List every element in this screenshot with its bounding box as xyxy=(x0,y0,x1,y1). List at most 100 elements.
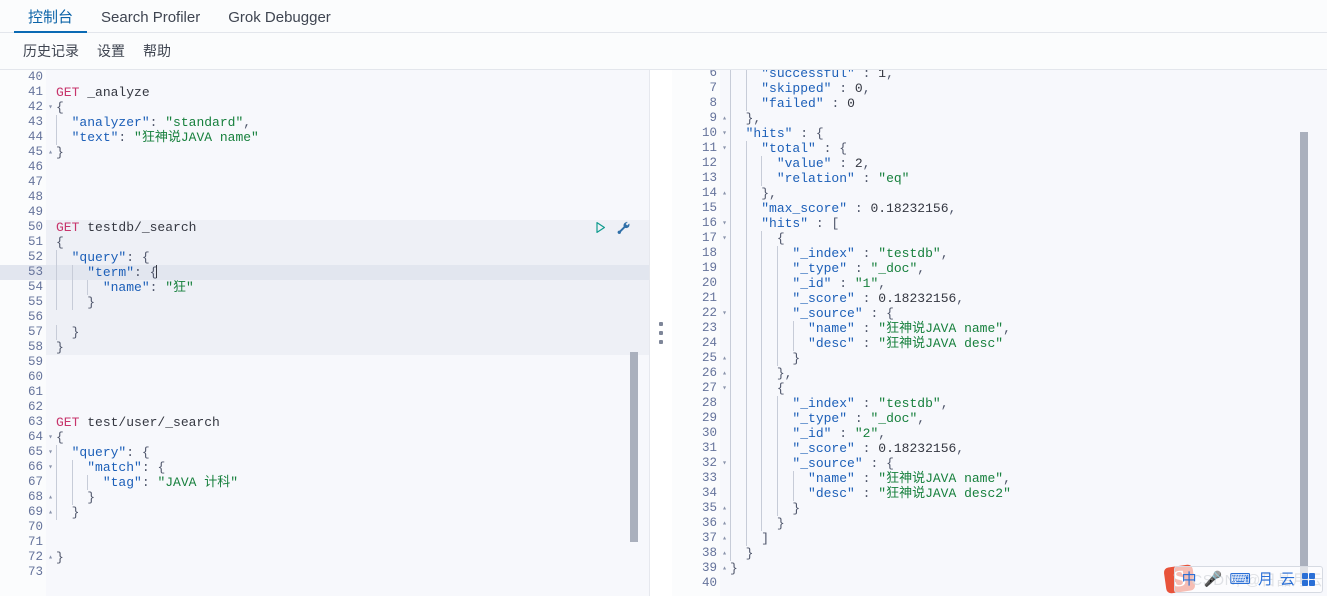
tab-console[interactable]: 控制台 xyxy=(14,9,88,33)
code-line[interactable] xyxy=(46,160,649,175)
ime-chinese-icon[interactable]: 中 xyxy=(1182,572,1197,587)
response-code[interactable]: "successful" : 1, "skipped" : 0, "failed… xyxy=(720,70,1327,596)
code-line[interactable]: "_score" : 0.18232156, xyxy=(720,291,1327,306)
code-line[interactable]: "analyzer": "standard", xyxy=(46,115,649,130)
code-line[interactable]: { xyxy=(720,381,1327,396)
code-line[interactable]: "hits" : { xyxy=(720,126,1327,141)
request-scrollbar[interactable] xyxy=(629,70,638,596)
line-number: 21 xyxy=(701,291,717,305)
ime-moon-icon[interactable]: 月 xyxy=(1258,572,1273,587)
code-line[interactable]: } xyxy=(46,490,649,505)
code-line[interactable] xyxy=(46,565,649,580)
code-line[interactable] xyxy=(46,175,649,190)
request-code[interactable]: GET _analyze{ "analyzer": "standard", "t… xyxy=(46,70,649,596)
code-line[interactable]: "_type" : "_doc", xyxy=(720,411,1327,426)
pane-divider[interactable] xyxy=(650,70,672,596)
code-line[interactable] xyxy=(46,385,649,400)
tab-console-label: 控制台 xyxy=(28,9,74,26)
line-number: 61 xyxy=(27,385,43,399)
code-line[interactable]: "desc" : "狂神说JAVA desc" xyxy=(720,336,1327,351)
code-line[interactable]: "tag": "JAVA 计科" xyxy=(46,475,649,490)
menu-item-settings[interactable]: 设置 xyxy=(88,41,134,61)
response-pane[interactable]: 6 7 8 9 ▴ 10 ▾ 11 ▾ 12 13 14 ▴ 15 16 ▾ 17 ▾ 18 19 20 21 22 ▾ 23 2… xyxy=(672,70,1327,596)
code-line[interactable] xyxy=(46,355,649,370)
code-line[interactable] xyxy=(46,400,649,415)
line-number: 50 xyxy=(27,220,43,234)
code-line[interactable]: "relation" : "eq" xyxy=(720,171,1327,186)
code-line[interactable]: "query": { xyxy=(46,250,649,265)
code-line[interactable]: { xyxy=(46,100,649,115)
request-editor-pane[interactable]: 404142▾434445▴464748495051▾52▾53▾5455▴56… xyxy=(0,70,650,596)
code-line[interactable]: "query": { xyxy=(46,445,649,460)
code-line[interactable]: } xyxy=(46,550,649,565)
code-line[interactable]: } xyxy=(720,351,1327,366)
code-line[interactable]: } xyxy=(46,340,649,355)
code-line[interactable]: "name": "狂" xyxy=(46,280,649,295)
code-line[interactable] xyxy=(46,370,649,385)
play-icon[interactable] xyxy=(594,221,607,234)
request-actions[interactable] xyxy=(594,220,631,235)
code-line[interactable]: "desc" : "狂神说JAVA desc2" xyxy=(720,486,1327,501)
code-line[interactable]: "successful" : 1, xyxy=(720,70,1327,81)
code-line[interactable]: } xyxy=(46,505,649,520)
code-line[interactable]: "failed" : 0 xyxy=(720,96,1327,111)
code-line[interactable]: ] xyxy=(720,531,1327,546)
code-line[interactable] xyxy=(46,520,649,535)
code-line[interactable]: "_source" : { xyxy=(720,456,1327,471)
code-line[interactable]: "_id" : "1", xyxy=(720,276,1327,291)
code-line[interactable]: "total" : { xyxy=(720,141,1327,156)
response-scrollbar[interactable] xyxy=(1299,70,1308,596)
code-line[interactable]: "_score" : 0.18232156, xyxy=(720,441,1327,456)
request-scrollbar-thumb[interactable] xyxy=(630,352,638,542)
code-line[interactable]: "_source" : { xyxy=(720,306,1327,321)
code-line[interactable]: "_index" : "testdb", xyxy=(720,396,1327,411)
ime-cloud-icon[interactable]: 云 xyxy=(1280,572,1295,587)
code-line[interactable]: "_index" : "testdb", xyxy=(720,246,1327,261)
code-line[interactable]: } xyxy=(46,295,649,310)
grid-cell xyxy=(1309,580,1315,586)
code-line[interactable]: } xyxy=(720,546,1327,561)
code-line[interactable]: "text": "狂神说JAVA name" xyxy=(46,130,649,145)
microphone-icon[interactable]: 🎤 xyxy=(1204,572,1223,587)
menu-item-history[interactable]: 历史记录 xyxy=(14,41,88,61)
code-line[interactable]: "_id" : "2", xyxy=(720,426,1327,441)
code-line[interactable] xyxy=(46,310,649,325)
request-editor[interactable]: 404142▾434445▴464748495051▾52▾53▾5455▴56… xyxy=(0,70,649,596)
tab-grok-debugger[interactable]: Grok Debugger xyxy=(214,10,345,33)
code-line[interactable]: "_type" : "_doc", xyxy=(720,261,1327,276)
code-line[interactable]: { xyxy=(720,231,1327,246)
code-line[interactable]: } xyxy=(46,145,649,160)
code-line[interactable]: } xyxy=(46,325,649,340)
response-scrollbar-thumb[interactable] xyxy=(1300,132,1308,584)
code-line[interactable]: } xyxy=(720,501,1327,516)
code-line[interactable]: "max_score" : 0.18232156, xyxy=(720,201,1327,216)
code-line[interactable] xyxy=(46,535,649,550)
code-line[interactable]: "skipped" : 0, xyxy=(720,81,1327,96)
code-line[interactable]: { xyxy=(46,235,649,250)
code-line[interactable]: { xyxy=(46,430,649,445)
ime-toolbar[interactable]: 中 🎤 ⌨ 月 云 xyxy=(1173,566,1323,593)
code-line[interactable] xyxy=(46,205,649,220)
code-line[interactable]: "match": { xyxy=(46,460,649,475)
response-editor[interactable]: 6 7 8 9 ▴ 10 ▾ 11 ▾ 12 13 14 ▴ 15 16 ▾ 17 ▾ 18 19 20 21 22 ▾ 23 2… xyxy=(672,70,1327,596)
code-line[interactable]: "value" : 2, xyxy=(720,156,1327,171)
code-line[interactable]: }, xyxy=(720,186,1327,201)
menu-item-help[interactable]: 帮助 xyxy=(134,41,180,61)
code-line[interactable]: GET testdb/_search xyxy=(46,220,649,235)
code-line[interactable] xyxy=(46,190,649,205)
code-line[interactable]: "term": { xyxy=(46,265,649,280)
grid-icon[interactable] xyxy=(1302,573,1315,586)
code-line[interactable]: GET test/user/_search xyxy=(46,415,649,430)
pane-resize-handle[interactable] xyxy=(659,322,663,344)
code-line[interactable]: "name" : "狂神说JAVA name", xyxy=(720,471,1327,486)
keyboard-icon[interactable]: ⌨ xyxy=(1229,572,1251,587)
code-line[interactable]: }, xyxy=(720,111,1327,126)
code-line[interactable]: "hits" : [ xyxy=(720,216,1327,231)
code-line[interactable]: "name" : "狂神说JAVA name", xyxy=(720,321,1327,336)
code-line[interactable]: } xyxy=(720,516,1327,531)
code-line[interactable]: GET _analyze xyxy=(46,85,649,100)
tab-search-profiler[interactable]: Search Profiler xyxy=(87,10,214,33)
code-line[interactable] xyxy=(46,70,649,85)
code-line[interactable]: }, xyxy=(720,366,1327,381)
line-number: 19 xyxy=(701,261,717,275)
